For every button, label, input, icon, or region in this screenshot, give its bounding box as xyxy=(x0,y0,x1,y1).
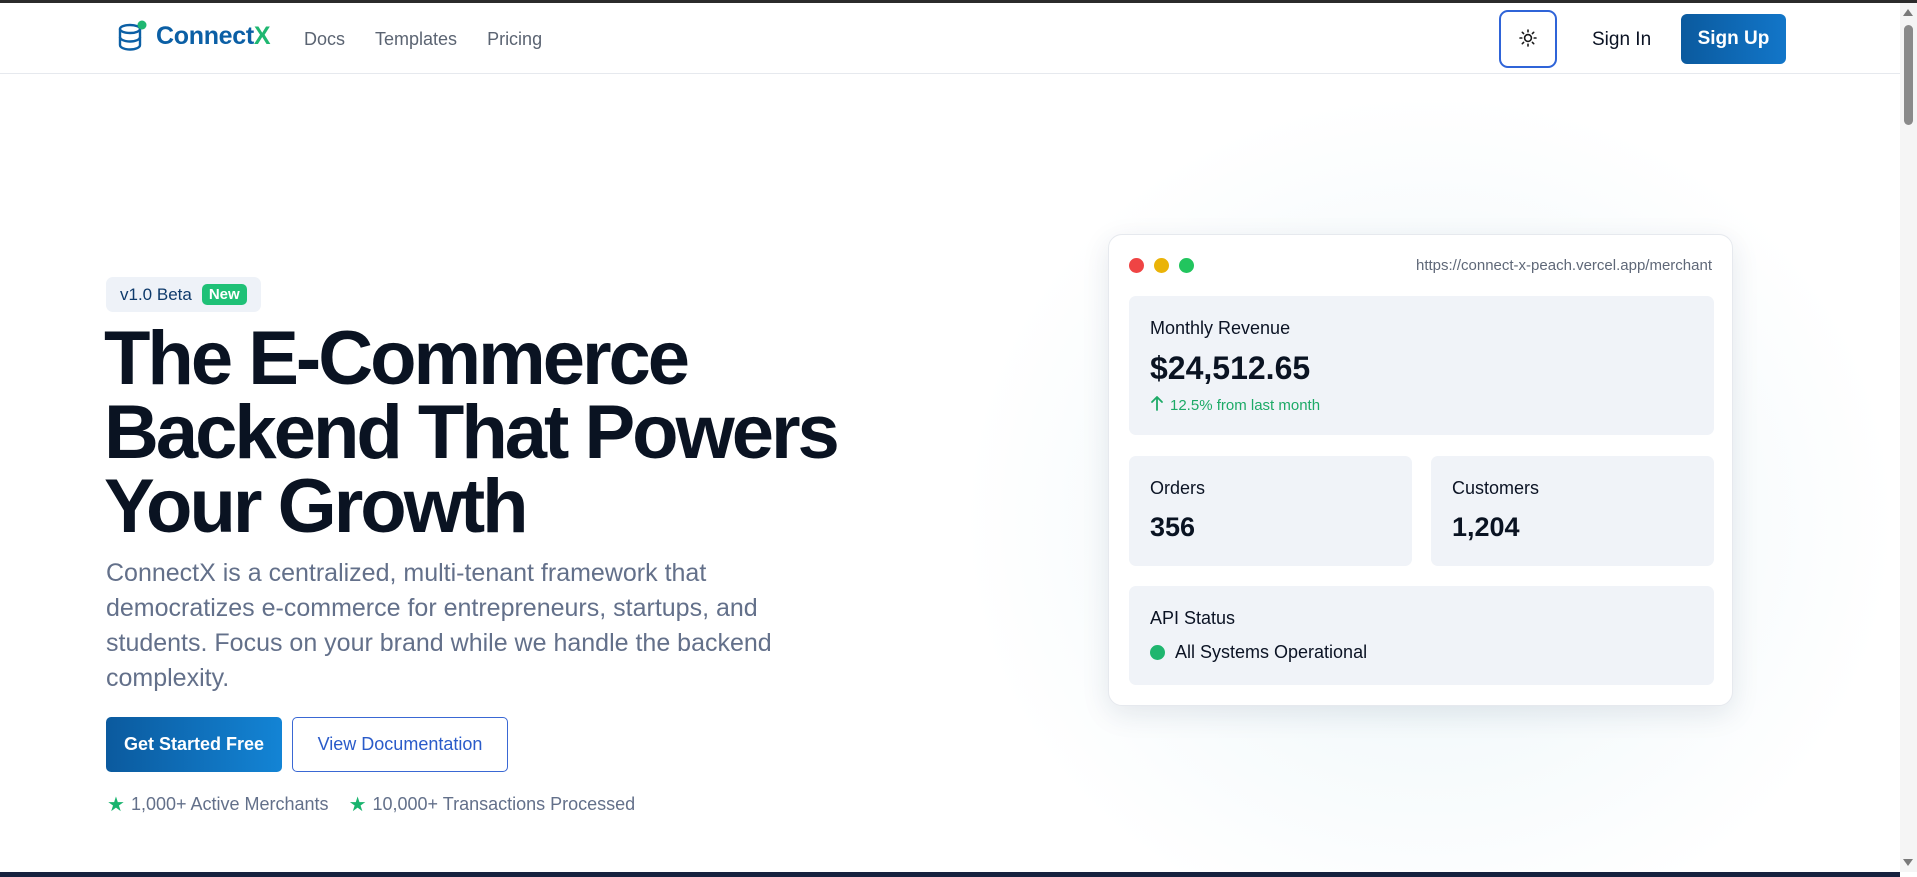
close-dot-icon xyxy=(1129,258,1144,273)
primary-nav: Docs Templates Pricing xyxy=(304,29,542,50)
theme-toggle-button[interactable] xyxy=(1499,10,1557,68)
revenue-trend: 12.5% from last month xyxy=(1150,395,1320,415)
view-documentation-button[interactable]: View Documentation xyxy=(292,717,508,772)
next-section-edge xyxy=(0,872,1900,877)
brand-name: ConnectX xyxy=(156,21,271,51)
scroll-down-arrow-icon[interactable] xyxy=(1903,859,1913,866)
hero-headline: The E-Commerce Backend That Powers Your … xyxy=(104,321,864,545)
page-scrollbar[interactable] xyxy=(1900,3,1917,872)
api-status-text: All Systems Operational xyxy=(1175,642,1368,662)
preview-url: https://connect-x-peach.vercel.app/merch… xyxy=(1416,257,1712,274)
revenue-trend-text: 12.5% from last month xyxy=(1170,396,1321,414)
stat-transactions-label: 10,000+ Transactions Processed xyxy=(372,794,636,814)
version-badge: v1.0 Beta New xyxy=(106,277,261,312)
minimize-dot-icon xyxy=(1154,258,1169,273)
headline-line-2: Backend That Powers xyxy=(104,390,840,475)
hero-description: ConnectX is a centralized, multi-tenant … xyxy=(106,559,772,692)
stat-merchants-label: 1,000+ Active Merchants xyxy=(130,794,329,814)
dashboard-preview-card: https://connect-x-peach.vercel.app/merch… xyxy=(1108,234,1733,706)
brand-name-prefix: Connect xyxy=(156,21,254,50)
top-navbar: ConnectX Docs Templates Pricing Sign In … xyxy=(0,3,1900,74)
maximize-dot-icon xyxy=(1179,258,1194,273)
revenue-value: $24,512.65 xyxy=(1150,350,1311,386)
nav-link-templates[interactable]: Templates xyxy=(375,29,457,50)
customers-label: Customers xyxy=(1452,478,1540,498)
window-controls xyxy=(1129,258,1194,273)
customers-value: 1,204 xyxy=(1452,512,1520,542)
headline-line-1: The E-Commerce xyxy=(104,316,690,401)
api-status-row: All Systems Operational xyxy=(1150,642,1367,663)
status-dot-icon xyxy=(1150,645,1165,660)
sun-icon xyxy=(1519,28,1537,50)
star-icon: ★ xyxy=(348,793,367,816)
get-started-button[interactable]: Get Started Free xyxy=(106,717,282,772)
orders-panel: Orders 356 xyxy=(1129,456,1412,566)
brand-logo[interactable]: ConnectX xyxy=(116,19,271,53)
new-tag: New xyxy=(201,284,247,305)
database-icon xyxy=(116,19,150,53)
hero-stats: ★ 1,000+ Active Merchants ★ 10,000+ Tran… xyxy=(107,794,635,815)
star-icon: ★ xyxy=(107,793,125,816)
sign-in-link[interactable]: Sign In xyxy=(1592,29,1651,51)
arrow-up-icon xyxy=(1150,395,1164,415)
api-status-label: API Status xyxy=(1150,608,1236,628)
orders-label: Orders xyxy=(1150,478,1206,498)
sign-up-button[interactable]: Sign Up xyxy=(1681,14,1786,64)
stat-transactions: ★ 10,000+ Transactions Processed xyxy=(349,794,636,815)
brand-name-suffix: X xyxy=(253,21,271,50)
nav-link-docs[interactable]: Docs xyxy=(304,29,345,50)
revenue-label: Monthly Revenue xyxy=(1150,318,1291,338)
scroll-up-arrow-icon[interactable] xyxy=(1903,9,1913,16)
api-status-panel: API Status All Systems Operational xyxy=(1129,586,1714,685)
revenue-panel: Monthly Revenue $24,512.65 12.5% from la… xyxy=(1129,296,1714,435)
version-label: v1.0 Beta xyxy=(120,284,192,304)
orders-value: 356 xyxy=(1150,512,1196,542)
stat-merchants: ★ 1,000+ Active Merchants xyxy=(107,794,329,815)
headline-line-3: Your Growth xyxy=(104,464,529,549)
nav-link-pricing[interactable]: Pricing xyxy=(487,29,542,50)
customers-panel: Customers 1,204 xyxy=(1431,456,1714,566)
scrollbar-thumb[interactable] xyxy=(1904,25,1913,125)
